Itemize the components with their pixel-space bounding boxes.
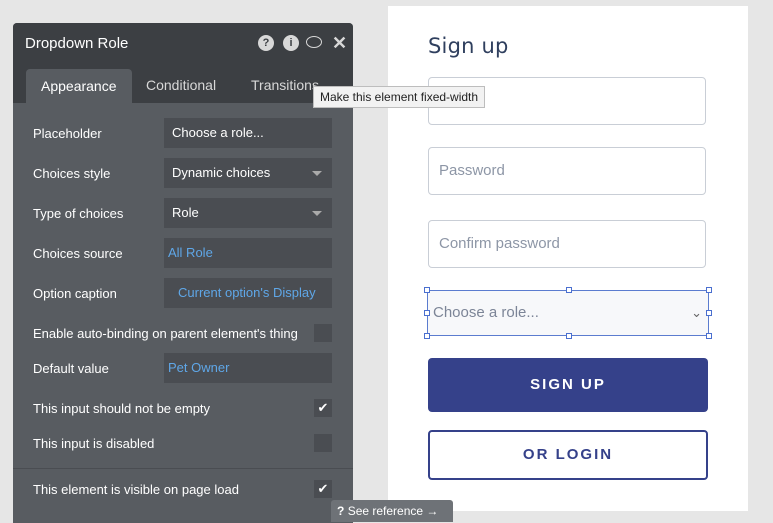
property-editor-panel: Dropdown Role ? i ✕ Appearance Condition… [13, 23, 353, 523]
disabled-checkbox[interactable] [314, 434, 332, 452]
panel-title: Dropdown Role [25, 35, 129, 52]
not-empty-checkbox[interactable]: ✔ [314, 399, 332, 417]
default-value-label: Default value [33, 361, 109, 376]
choices-source-input[interactable]: All Role [164, 238, 332, 268]
panel-tabs: Appearance Conditional Transitions [13, 67, 353, 103]
resize-handle-bottom-left[interactable] [424, 333, 430, 339]
close-icon[interactable]: ✕ [332, 33, 347, 54]
default-value-value[interactable]: Pet Owner [164, 360, 229, 375]
option-caption-value[interactable]: Current option's Display [174, 285, 316, 300]
not-empty-label: This input should not be empty [33, 401, 211, 416]
role-dropdown-placeholder: Choose a role... [433, 304, 539, 321]
question-icon[interactable]: ? [258, 35, 274, 51]
auto-binding-label: Enable auto-binding on parent element's … [33, 326, 298, 341]
login-button[interactable]: OR LOGIN [428, 430, 708, 480]
chevron-down-icon: ⌄ [691, 305, 702, 320]
resize-handle-top[interactable] [566, 287, 572, 293]
disabled-label: This input is disabled [33, 436, 155, 451]
comment-icon[interactable] [306, 36, 322, 48]
tab-conditional[interactable]: Conditional [146, 67, 216, 103]
panel-divider [13, 468, 353, 469]
option-caption-label: Option caption [33, 286, 117, 301]
choices-style-label: Choices style [33, 166, 111, 181]
placeholder-input[interactable]: Choose a role... [164, 118, 332, 148]
type-of-choices-select[interactable]: Role [164, 198, 332, 228]
type-of-choices-label: Type of choices [33, 206, 124, 221]
confirm-password-field[interactable]: Confirm password [428, 220, 706, 268]
password-field[interactable]: Password [428, 147, 706, 195]
auto-binding-checkbox[interactable] [314, 324, 332, 342]
page-canvas: Sign up Email Password Confirm password … [388, 6, 748, 511]
choices-style-select[interactable]: Dynamic choices [164, 158, 332, 188]
see-reference-link[interactable]: ? See reference → [331, 500, 453, 522]
resize-handle-top-left[interactable] [424, 287, 430, 293]
role-dropdown[interactable]: Choose a role... ⌄ [427, 290, 709, 336]
signup-button[interactable]: SIGN UP [428, 358, 708, 412]
visible-on-load-checkbox[interactable]: ✔ [314, 480, 332, 498]
see-reference-label: See reference → [347, 504, 439, 518]
resize-handle-right[interactable] [706, 310, 712, 316]
resize-handle-bottom-right[interactable] [706, 333, 712, 339]
visible-on-load-label: This element is visible on page load [33, 482, 239, 497]
tab-appearance[interactable]: Appearance [26, 69, 132, 103]
question-icon: ? [337, 504, 345, 518]
resize-handle-top-right[interactable] [706, 287, 712, 293]
tab-transitions[interactable]: Transitions [251, 67, 319, 103]
default-value-input[interactable]: Pet Owner [164, 353, 332, 383]
info-icon[interactable]: i [283, 35, 299, 51]
option-caption-input[interactable]: Current option's Display [164, 278, 332, 308]
placeholder-label: Placeholder [33, 126, 102, 141]
resize-handle-bottom[interactable] [566, 333, 572, 339]
choices-source-value[interactable]: All Role [164, 245, 213, 260]
resize-handle-left[interactable] [424, 310, 430, 316]
fixed-width-tooltip: Make this element fixed-width [313, 86, 486, 108]
panel-header: Dropdown Role ? i ✕ [13, 23, 353, 67]
signup-title: Sign up [428, 34, 509, 58]
choices-source-label: Choices source [33, 246, 123, 261]
